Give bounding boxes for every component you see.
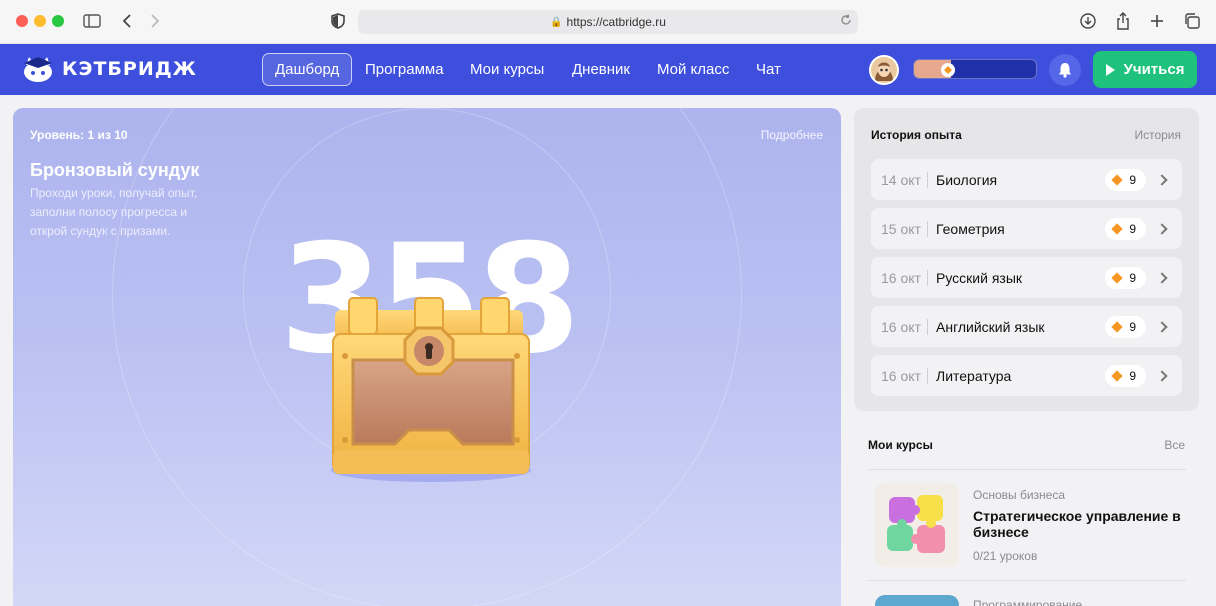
history-subject: Биология xyxy=(936,171,998,188)
divider xyxy=(927,220,928,237)
xp-history-card: История опыта История 14 окт Биология 9 … xyxy=(854,108,1199,411)
history-row[interactable]: 15 окт Геометрия 9 xyxy=(871,208,1182,249)
course-progress: 0/21 уроков xyxy=(973,549,1038,563)
divider xyxy=(927,367,928,384)
points-value: 9 xyxy=(1129,270,1136,285)
diamond-icon xyxy=(1111,222,1123,235)
course-thumbnail[interactable] xyxy=(875,595,959,606)
logo[interactable]: КЭТБРИДЖ xyxy=(20,55,197,83)
chest-card: Уровень: 1 из 10 Подробнее Бронзовый сун… xyxy=(13,108,841,606)
reload-icon[interactable] xyxy=(840,14,852,29)
my-courses-title: Мои курсы xyxy=(868,438,933,452)
level-label: Уровень: 1 из 10 xyxy=(30,128,128,142)
nav-my-courses[interactable]: Мои курсы xyxy=(458,53,556,86)
points-badge: 9 xyxy=(1105,364,1146,387)
cat-logo-icon xyxy=(24,57,52,82)
details-link[interactable]: Подробнее xyxy=(761,128,823,142)
divider xyxy=(927,269,928,286)
points-value: 9 xyxy=(1129,368,1136,383)
treasure-chest-icon[interactable] xyxy=(313,294,545,494)
xp-history-title: История опыта xyxy=(871,128,962,142)
nav-diary[interactable]: Дневник xyxy=(560,53,642,86)
diamond-icon xyxy=(1111,320,1123,333)
points-value: 9 xyxy=(1129,319,1136,334)
url-text: https://catbridge.ru xyxy=(566,15,666,29)
divider xyxy=(927,171,928,188)
sidebar-toggle-icon[interactable] xyxy=(81,10,103,32)
history-link[interactable]: История xyxy=(1134,128,1181,142)
history-row[interactable]: 16 окт Русский язык 9 xyxy=(871,257,1182,298)
share-icon[interactable] xyxy=(1112,10,1134,32)
history-date: 15 окт xyxy=(881,220,921,237)
diamond-icon xyxy=(1111,173,1123,186)
diamond-icon xyxy=(1111,369,1123,382)
chevron-right-icon xyxy=(1156,222,1168,235)
user-avatar[interactable] xyxy=(869,55,899,85)
downloads-icon[interactable] xyxy=(1077,10,1099,32)
history-row[interactable]: 16 окт Английский язык 9 xyxy=(871,306,1182,347)
address-bar[interactable]: 🔒 https://catbridge.ru xyxy=(358,10,858,34)
new-tab-icon[interactable] xyxy=(1146,10,1168,32)
privacy-shield-icon[interactable] xyxy=(327,10,349,32)
chest-title: Бронзовый сундук xyxy=(30,160,200,180)
all-courses-link[interactable]: Все xyxy=(1164,438,1185,452)
bell-icon xyxy=(1059,63,1071,78)
history-date: 16 окт xyxy=(881,269,921,286)
chevron-right-icon xyxy=(1156,271,1168,284)
points-value: 9 xyxy=(1129,172,1136,187)
history-date: 14 окт xyxy=(881,171,921,188)
nav-my-class[interactable]: Мой класс xyxy=(645,53,741,86)
maximize-window-button[interactable] xyxy=(52,15,64,27)
nav-chat[interactable]: Чат xyxy=(744,53,793,86)
history-subject: Русский язык xyxy=(936,269,1023,286)
lock-icon: 🔒 xyxy=(550,16,563,28)
history-subject: Геометрия xyxy=(936,220,1005,237)
course-category: Программирование xyxy=(973,598,1083,606)
xp-progress-bar[interactable] xyxy=(913,59,1037,79)
minimize-window-button[interactable] xyxy=(34,15,46,27)
close-window-button[interactable] xyxy=(16,15,28,27)
course-thumbnail xyxy=(875,483,959,567)
course-name: Стратегическое управление в бизнесе xyxy=(973,508,1181,540)
points-value: 9 xyxy=(1129,221,1136,236)
coin-icon xyxy=(941,63,955,77)
course-card[interactable]: Основы бизнеса Стратегическое управление… xyxy=(868,470,1186,580)
points-badge: 9 xyxy=(1105,217,1146,240)
learn-button-label: Учиться xyxy=(1123,61,1185,78)
history-subject: Литература xyxy=(936,367,1012,384)
points-badge: 9 xyxy=(1105,266,1146,289)
course-category: Основы бизнеса xyxy=(973,488,1066,502)
learn-button[interactable]: Учиться xyxy=(1093,51,1197,88)
history-date: 16 окт xyxy=(881,367,921,384)
points-badge: 9 xyxy=(1105,315,1146,338)
nav-program[interactable]: Программа xyxy=(353,53,456,86)
browser-toolbar: 🔒 https://catbridge.ru xyxy=(0,0,1216,44)
points-badge: 9 xyxy=(1105,168,1146,191)
history-date: 16 окт xyxy=(881,318,921,335)
divider xyxy=(868,580,1186,581)
history-row[interactable]: 16 окт Литература 9 xyxy=(871,355,1182,396)
play-icon xyxy=(1105,63,1115,76)
nav-dashboard[interactable]: Дашборд xyxy=(262,53,353,86)
back-icon[interactable] xyxy=(116,10,138,32)
logo-text: КЭТБРИДЖ xyxy=(62,58,197,80)
chevron-right-icon xyxy=(1156,320,1168,333)
history-row[interactable]: 14 окт Биология 9 xyxy=(871,159,1182,200)
history-subject: Английский язык xyxy=(936,318,1045,335)
chevron-right-icon xyxy=(1156,369,1168,382)
diamond-icon xyxy=(1111,271,1123,284)
notifications-button[interactable] xyxy=(1049,54,1081,86)
tab-overview-icon[interactable] xyxy=(1181,10,1203,32)
chevron-right-icon xyxy=(1156,173,1168,186)
divider xyxy=(927,318,928,335)
forward-icon[interactable] xyxy=(144,10,166,32)
